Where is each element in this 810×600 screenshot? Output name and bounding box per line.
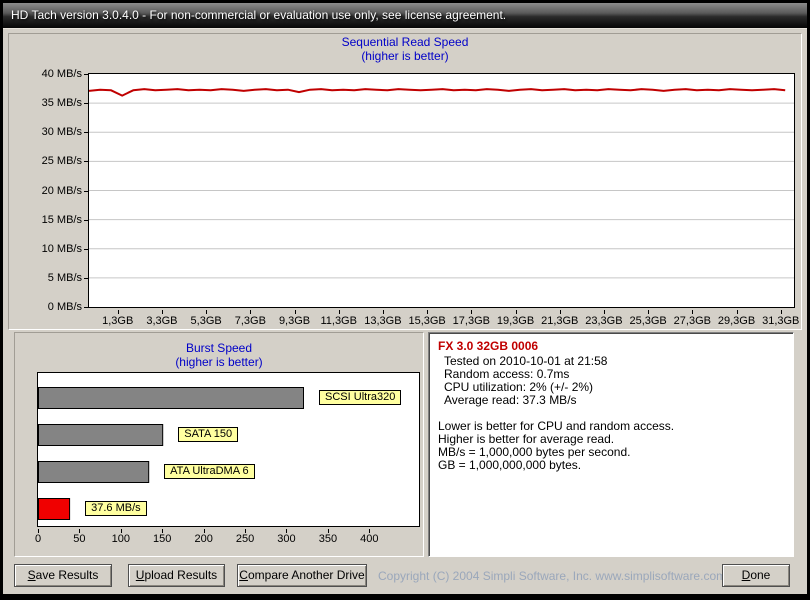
x-axis-tick-label: 350 xyxy=(318,533,338,545)
burst-bar-label: 37.6 MB/s xyxy=(85,501,147,516)
window-title: HD Tach version 3.0.4.0 - For non-commer… xyxy=(11,8,507,22)
titlebar[interactable]: HD Tach version 3.0.4.0 - For non-commer… xyxy=(3,3,807,28)
sequential-chart-title: Sequential Read Speed xyxy=(341,35,469,49)
x-axis-tick xyxy=(559,310,561,314)
y-axis-tick xyxy=(84,103,88,105)
x-axis-tick xyxy=(38,529,39,533)
client-area: Sequential Read Speed (higher is better)… xyxy=(3,28,807,594)
x-axis-tick-label: 150 xyxy=(153,533,172,545)
burst-bar-label: ATA UltraDMA 6 xyxy=(164,464,255,479)
burst-bar-label: SCSI Ultra320 xyxy=(319,390,402,405)
results-panel: FX 3.0 32GB 0006 Tested on 2010-10-01 at… xyxy=(428,332,794,557)
x-axis-tick xyxy=(294,310,296,314)
y-axis-tick xyxy=(84,277,88,279)
burst-bar xyxy=(38,461,150,483)
x-axis-tick xyxy=(515,310,517,314)
x-axis-tick xyxy=(206,310,208,314)
note-line: GB = 1,000,000,000 bytes. xyxy=(438,458,582,472)
burst-bar xyxy=(38,387,304,409)
x-axis-tick xyxy=(117,310,119,314)
burst-speed-section: Burst Speed (higher is better) SCSI Ultr… xyxy=(14,332,424,557)
y-axis-tick xyxy=(84,219,88,221)
sequential-plot xyxy=(88,73,795,308)
x-axis-tick xyxy=(603,310,605,314)
y-axis-tick xyxy=(84,248,88,250)
x-axis-tick xyxy=(162,529,164,533)
done-label-rest: one xyxy=(750,568,771,582)
x-axis-tick-label: 300 xyxy=(277,533,296,545)
upload-label-rest: pload Results xyxy=(144,568,218,582)
x-axis-tick xyxy=(338,310,340,314)
x-axis-tick xyxy=(203,529,205,533)
burst-plot: SCSI Ultra320 SATA 150 ATA UltraDMA 6 37.6 … xyxy=(37,372,420,527)
x-axis-tick-label: 400 xyxy=(360,533,379,545)
x-axis-tick-label: 200 xyxy=(194,533,213,545)
x-axis-tick xyxy=(471,310,473,314)
y-axis-tick-label: 15 MB/s xyxy=(41,213,82,226)
done-accel: D xyxy=(741,568,751,582)
x-axis-tick xyxy=(245,529,247,533)
x-axis-tick xyxy=(327,529,329,533)
x-axis-tick xyxy=(382,310,384,314)
read-speed-line xyxy=(88,88,786,97)
y-axis-tick xyxy=(84,74,88,75)
y-axis-tick xyxy=(84,190,88,192)
y-axis-tick-label: 25 MB/s xyxy=(41,155,82,168)
x-axis-tick xyxy=(648,310,650,314)
burst-bar-label: SATA 150 xyxy=(178,427,239,442)
x-axis-tick-label: 100 xyxy=(111,533,130,545)
x-axis-tick-label: 0 xyxy=(34,533,42,545)
x-axis-tick xyxy=(120,529,122,533)
x-axis-tick-label: 50 xyxy=(73,533,86,545)
x-axis-tick xyxy=(692,310,694,314)
done-button[interactable]: Done xyxy=(722,564,790,587)
x-axis-tick-label: 250 xyxy=(235,533,255,545)
save-label-rest: ave Results xyxy=(35,568,99,582)
y-axis-tick-label: 30 MB/s xyxy=(41,126,82,139)
y-axis-tick-label: 20 MB/s xyxy=(41,184,82,197)
x-axis-tick xyxy=(79,529,81,533)
drive-name: FX 3.0 32GB 0006 xyxy=(438,339,539,353)
x-axis-tick xyxy=(161,310,163,314)
notes-block: Lower is better for CPU and random acces… xyxy=(438,420,784,472)
y-axis-tick-label: 40 MB/s xyxy=(41,68,82,80)
x-axis-tick xyxy=(780,310,782,314)
y-axis-tick-label: 5 MB/s xyxy=(47,271,82,284)
y-axis-tick xyxy=(84,132,88,134)
x-axis-tick xyxy=(736,310,738,314)
x-axis-tick xyxy=(369,529,371,533)
average-read-line: Average read: 37.3 MB/s xyxy=(444,393,577,407)
x-axis-tick xyxy=(250,310,252,314)
x-axis-tick-label: 31,3GB xyxy=(762,315,800,327)
compare-accel: C xyxy=(239,568,248,582)
save-accel: S xyxy=(27,568,36,582)
burst-chart-title: Burst Speed xyxy=(185,341,253,355)
y-axis-tick xyxy=(84,161,88,163)
y-axis-tick xyxy=(84,307,88,308)
sequential-read-section: Sequential Read Speed (higher is better)… xyxy=(8,33,802,330)
copyright-text: Copyright (C) 2004 Simpli Software, Inc.… xyxy=(378,569,727,583)
y-axis-tick-label: 0 MB/s xyxy=(47,301,82,313)
compare-label-rest: ompare Another Drive xyxy=(247,568,365,582)
sequential-svg xyxy=(88,88,794,279)
y-axis-tick-label: 10 MB/s xyxy=(41,242,82,255)
compare-another-drive-button[interactable]: Compare Another Drive xyxy=(237,564,367,587)
x-axis-tick xyxy=(286,529,288,533)
burst-bar xyxy=(38,498,71,520)
hd-tach-window: HD Tach version 3.0.4.0 - For non-commer… xyxy=(0,0,810,600)
burst-chart-subtitle: (higher is better) xyxy=(175,355,263,369)
burst-bar xyxy=(38,424,164,446)
y-axis-tick-label: 35 MB/s xyxy=(41,97,82,110)
x-axis-tick xyxy=(427,310,429,314)
save-results-button[interactable]: Save Results xyxy=(14,564,112,587)
sequential-chart-subtitle: (higher is better) xyxy=(361,49,449,63)
upload-results-button[interactable]: Upload Results xyxy=(128,564,225,587)
